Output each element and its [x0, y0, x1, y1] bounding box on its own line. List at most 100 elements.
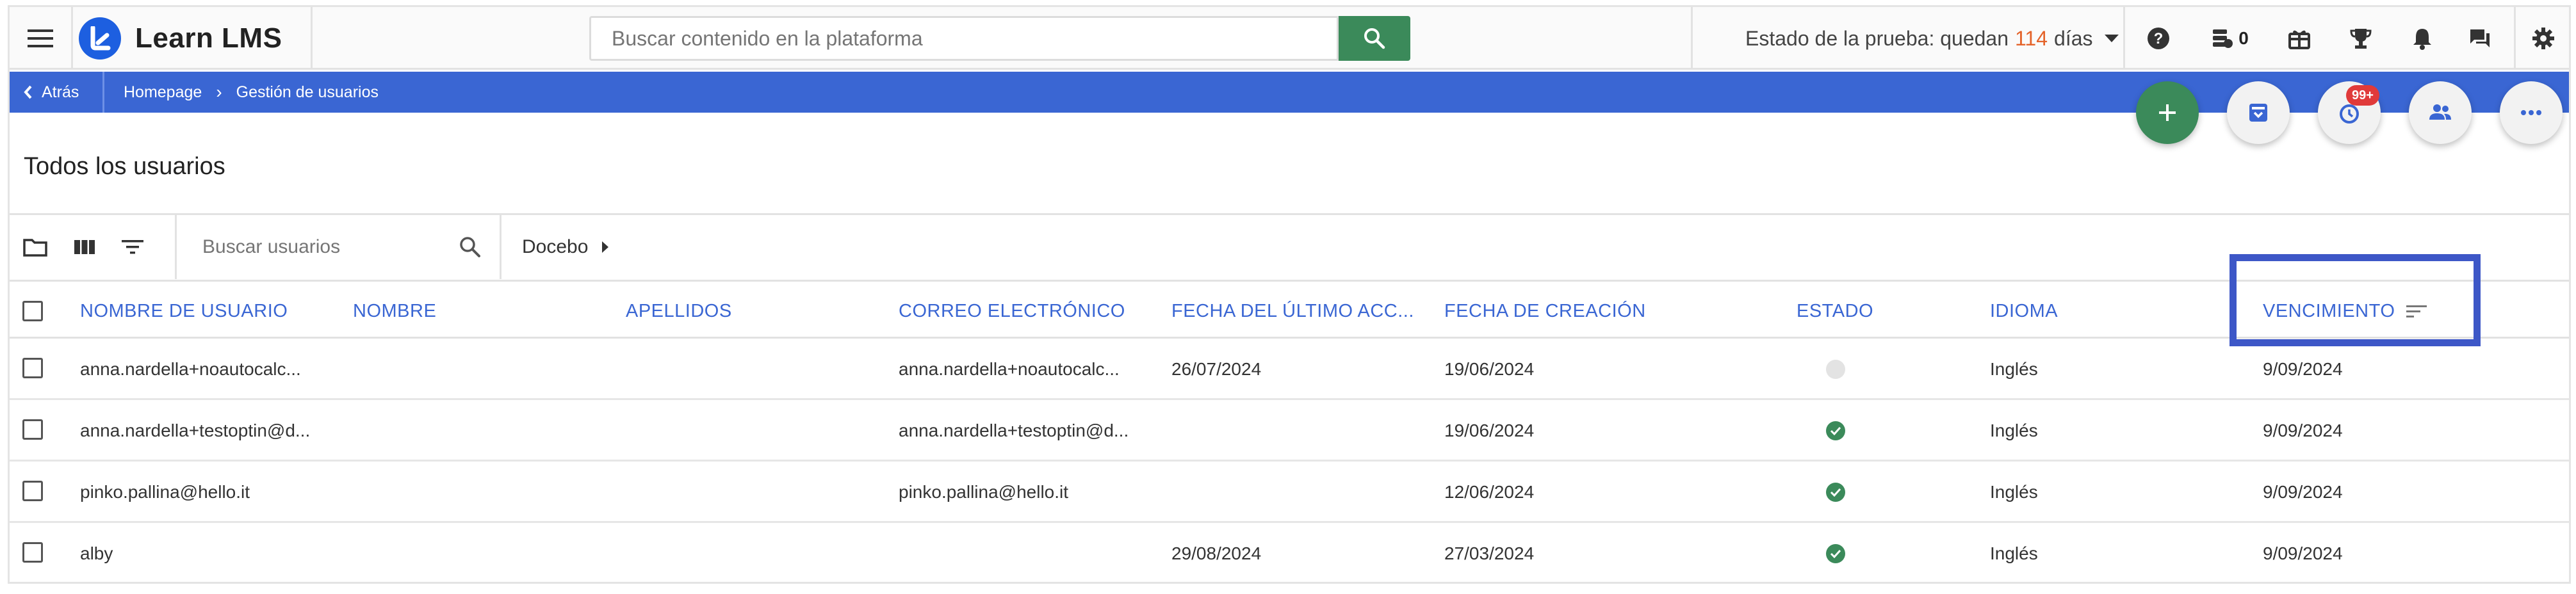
caret-down-icon [2104, 35, 2119, 42]
cell-status [1826, 462, 1845, 523]
status-active-check-icon [1826, 544, 1845, 563]
bell-icon [2413, 29, 2431, 50]
cell-expiry: 9/09/2024 [2263, 421, 2343, 440]
messages-button[interactable] [2452, 7, 2507, 70]
user-search [175, 215, 501, 279]
breadcrumb-separator: › [216, 82, 222, 102]
settings-button[interactable] [2516, 7, 2569, 70]
column-header-username[interactable]: NOMBRE DE USUARIO [80, 282, 288, 341]
column-header-first-name[interactable]: NOMBRE [353, 282, 436, 341]
cell-status [1826, 523, 1845, 582]
cell-language: Inglés [1990, 359, 2038, 379]
column-header-language[interactable]: IDIOMA [1990, 282, 2058, 341]
archive-icon [2249, 104, 2267, 122]
more-actions-button[interactable] [2500, 81, 2563, 144]
cell-username[interactable]: anna.nardella+noautocalc... [80, 339, 301, 400]
users-icon [2429, 104, 2451, 120]
credits-count: 0 [2238, 28, 2249, 48]
coins-icon [2213, 29, 2233, 48]
folder-icon [23, 239, 47, 257]
cell-username[interactable]: alby [80, 523, 113, 582]
user-groups-button[interactable] [2409, 81, 2472, 144]
cell-username[interactable]: anna.nardella+testoptin@d... [80, 400, 310, 462]
platform-search-input[interactable] [589, 16, 1339, 61]
trial-days: 114 [2015, 26, 2048, 50]
table-toolbar: Docebo [10, 213, 2569, 280]
cell-email: anna.nardella+noautocalc... [899, 359, 1120, 379]
cell-created: 12/06/2024 [1444, 482, 1535, 502]
app-window: Learn LMS Estado de la prueba: quedan 11… [8, 5, 2571, 584]
cell-expiry: 9/09/2024 [2263, 359, 2343, 379]
filter-icon [122, 240, 143, 254]
hamburger-menu-button[interactable] [10, 7, 71, 70]
archive-button[interactable] [2227, 81, 2290, 144]
notifications-button[interactable] [2395, 7, 2450, 70]
trophy-icon [2350, 29, 2372, 49]
credits-button[interactable]: 0 [2195, 7, 2265, 70]
status-active-check-icon [1826, 483, 1845, 502]
menu-icon [28, 29, 53, 47]
plus-icon [2159, 104, 2176, 121]
chat-icon [2470, 29, 2490, 47]
row-checkbox[interactable] [22, 481, 43, 501]
columns-button[interactable] [74, 239, 95, 255]
table-row[interactable]: pinko.pallina@hello.it pinko.pallina@hel… [10, 462, 2569, 523]
table-row[interactable]: anna.nardella+testoptin@d... anna.nardel… [10, 400, 2569, 462]
column-header-status[interactable]: ESTADO [1797, 282, 1873, 341]
folder-button[interactable] [22, 237, 48, 257]
breadcrumb-homepage[interactable]: Homepage [124, 83, 202, 102]
branch-selector[interactable]: Docebo [522, 215, 609, 279]
help-button[interactable]: ? [2130, 7, 2187, 70]
brand-logo[interactable]: Learn LMS [79, 16, 282, 61]
more-horizontal-icon [2521, 110, 2541, 115]
user-search-input[interactable] [177, 215, 500, 279]
columns-icon [74, 240, 95, 254]
row-checkbox[interactable] [22, 419, 43, 440]
svg-text:?: ? [2154, 30, 2164, 47]
cell-expiry: 9/09/2024 [2263, 543, 2343, 563]
column-header-last-access[interactable]: FECHA DEL ÚLTIMO ACC... [1171, 282, 1414, 341]
status-active-check-icon [1826, 421, 1845, 440]
cell-created: 19/06/2024 [1444, 359, 1535, 379]
cell-email: pinko.pallina@hello.it [899, 482, 1069, 502]
trial-status-dropdown[interactable]: Estado de la prueba: quedan 114 días [1745, 7, 2119, 70]
table-row[interactable]: alby 29/08/2024 27/03/2024 Inglés 9/09/2… [10, 523, 2569, 582]
page-title: Todos los usuarios [24, 153, 225, 180]
status-inactive-icon [1826, 360, 1845, 379]
cell-created: 19/06/2024 [1444, 421, 1535, 440]
cell-expiry: 9/09/2024 [2263, 482, 2343, 502]
cell-language: Inglés [1990, 543, 2038, 563]
cell-email: anna.nardella+testoptin@d... [899, 421, 1129, 440]
history-button[interactable]: 99+ [2318, 81, 2381, 144]
caret-right-icon [602, 241, 609, 253]
table-row[interactable]: anna.nardella+noautocalc... anna.nardell… [10, 339, 2569, 400]
filter-button[interactable] [121, 238, 144, 256]
platform-search-button[interactable] [1339, 16, 1410, 61]
select-all-checkbox[interactable] [22, 301, 43, 321]
cell-status [1826, 400, 1845, 462]
cell-status [1826, 339, 1845, 400]
search-icon [1364, 28, 1385, 49]
table-header: NOMBRE DE USUARIO NOMBRE APELLIDOS CORRE… [10, 280, 2569, 339]
highlight-box [2230, 254, 2481, 346]
row-checkbox[interactable] [22, 358, 43, 378]
column-header-email[interactable]: CORREO ELECTRÓNICO [899, 282, 1125, 341]
top-bar: Learn LMS Estado de la prueba: quedan 11… [10, 7, 2569, 70]
gift-icon [2288, 30, 2310, 49]
cell-created: 27/03/2024 [1444, 543, 1535, 563]
gift-button[interactable] [2272, 7, 2327, 70]
cell-username[interactable]: pinko.pallina@hello.it [80, 462, 250, 523]
trial-suffix: días [2054, 26, 2093, 50]
learn-logo-icon [79, 17, 121, 60]
add-user-button[interactable] [2136, 81, 2199, 144]
notification-badge: 99+ [2346, 85, 2379, 106]
back-button[interactable]: Atrás [10, 72, 104, 113]
row-checkbox[interactable] [22, 542, 43, 563]
search-icon[interactable] [459, 236, 482, 259]
chevron-left-icon [24, 85, 32, 99]
column-header-last-name[interactable]: APELLIDOS [626, 282, 732, 341]
achievements-button[interactable] [2333, 7, 2388, 70]
column-header-created[interactable]: FECHA DE CREACIÓN [1444, 282, 1646, 341]
breadcrumb: Homepage › Gestión de usuarios [124, 72, 379, 113]
breadcrumb-user-management: Gestión de usuarios [236, 83, 379, 101]
